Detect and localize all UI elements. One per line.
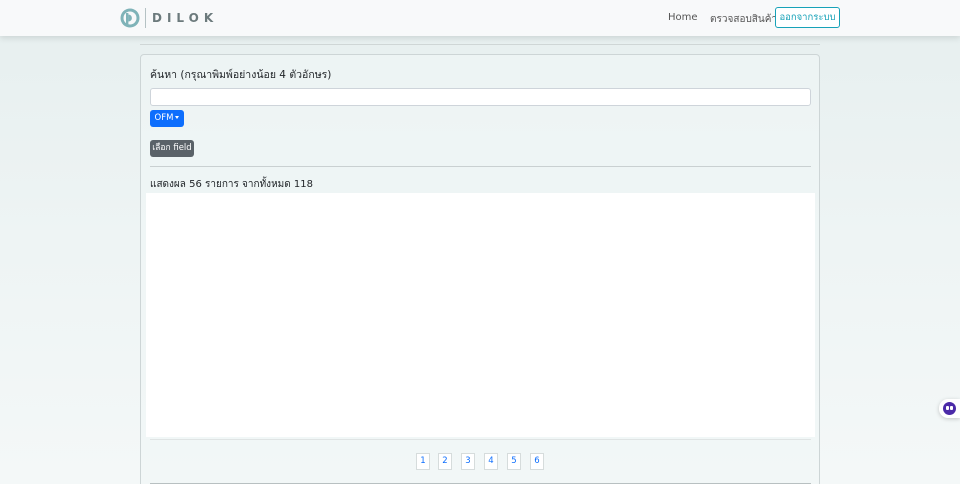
- brand-logo[interactable]: DILOK: [120, 7, 218, 29]
- assistant-face-icon: [943, 402, 956, 415]
- page-link-6[interactable]: 6: [530, 453, 544, 470]
- assistant-widget-button[interactable]: [939, 399, 960, 418]
- brand-text: DILOK: [152, 11, 219, 25]
- search-card: ค้นหา (กรุณาพิมพ์อย่างน้อย 4 ตัวอักษร) O…: [140, 54, 820, 484]
- top-navbar: DILOK Home ตรวจสอบสินค้า ออกจากระบบ: [0, 0, 960, 36]
- nav-check-product-link[interactable]: ตรวจสอบสินค้า: [710, 12, 777, 27]
- results-list: [146, 193, 815, 437]
- search-input[interactable]: [150, 88, 811, 106]
- section-divider: [150, 166, 811, 167]
- ofm-dropdown-label: OFM: [154, 113, 174, 123]
- widget-eye-left: [946, 406, 949, 410]
- results-divider: [150, 439, 811, 440]
- logout-button[interactable]: ออกจากระบบ: [775, 7, 840, 28]
- widget-eye-right: [950, 406, 953, 410]
- dilok-logo-icon: [120, 8, 140, 28]
- page-link-4[interactable]: 4: [484, 453, 498, 470]
- results-summary: แสดงผล 56 รายการ จากทั้งหมด 118: [150, 179, 314, 190]
- ofm-dropdown-button[interactable]: OFM: [150, 110, 184, 127]
- page-link-1[interactable]: 1: [416, 453, 430, 470]
- page-link-3[interactable]: 3: [461, 453, 475, 470]
- page-link-2[interactable]: 2: [438, 453, 452, 470]
- caret-down-icon: [175, 116, 180, 119]
- search-title: ค้นหา (กรุณาพิมพ์อย่างน้อย 4 ตัวอักษร): [150, 69, 332, 81]
- brand-separator: [145, 8, 146, 28]
- select-field-button[interactable]: เลือก field: [150, 140, 194, 157]
- page-link-5[interactable]: 5: [507, 453, 521, 470]
- top-divider: [140, 44, 820, 45]
- nav-home-link[interactable]: Home: [668, 12, 698, 23]
